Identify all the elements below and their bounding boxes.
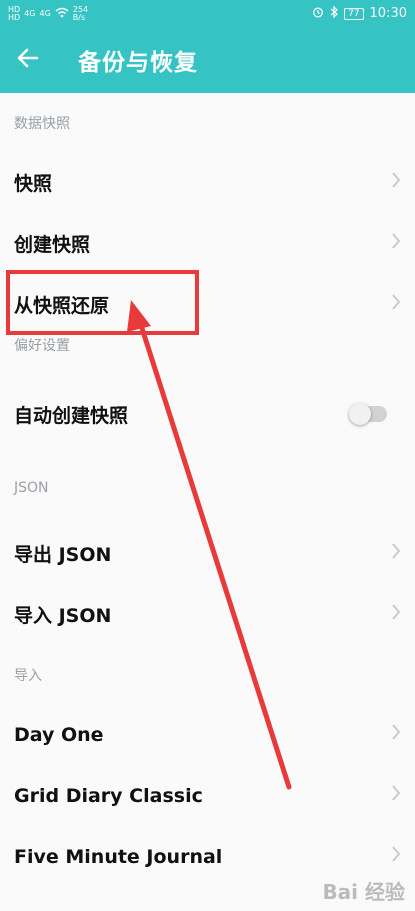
wifi-icon [55, 7, 69, 21]
list-item-label: 自动创建快照 [14, 404, 129, 427]
chevron-right-icon [391, 603, 401, 626]
list-item-auto-snapshot[interactable]: 自动创建快照 [0, 375, 415, 453]
list-item-label: Five Minute Journal [14, 845, 223, 868]
arrow-left-icon [17, 48, 39, 72]
chevron-right-icon [391, 232, 401, 255]
clock: 10:30 [369, 6, 407, 21]
list-item-label: Day One [14, 723, 104, 746]
network-speed: 254 B/s [72, 5, 88, 22]
signal-icon: 4G [24, 8, 36, 18]
app-bar: 备份与恢复 [0, 27, 415, 93]
list-item-import-json[interactable]: 导入 JSON [0, 584, 415, 645]
watermark: Bai 经验 [322, 880, 405, 904]
chevron-right-icon [391, 723, 401, 746]
hd-indicator: HD [8, 12, 21, 22]
settings-list: 数据快照 快照 创建快照 从快照还原 偏好设置 自动创建快照 JSON 导出 J… [0, 93, 415, 887]
chevron-right-icon [391, 542, 401, 565]
list-item-grid-diary-classic[interactable]: Grid Diary Classic [0, 765, 415, 826]
status-bar: HD HD 4G 4G 254 B/s 77 10:30 [0, 0, 415, 27]
list-item-snapshots[interactable]: 快照 [0, 152, 415, 213]
hd-indicators: HD HD [8, 5, 21, 22]
highlight-box [6, 270, 199, 335]
toggle-knob [349, 403, 371, 425]
page-title: 备份与恢复 [78, 50, 198, 76]
alarm-icon [312, 6, 324, 21]
list-item-label: 创建快照 [14, 234, 91, 256]
chevron-right-icon [391, 171, 401, 194]
status-left: HD HD 4G 4G 254 B/s [8, 5, 88, 22]
speed-unit: B/s [72, 12, 86, 22]
section-header-import: 导入 [14, 667, 42, 684]
list-item-day-one[interactable]: Day One [0, 704, 415, 765]
list-item-create-snapshot[interactable]: 创建快照 [0, 213, 415, 274]
auto-snapshot-toggle[interactable] [349, 403, 387, 425]
chevron-right-icon [391, 293, 401, 316]
signal-icon: 4G [39, 8, 51, 18]
battery-indicator: 77 [344, 7, 364, 20]
chevron-right-icon [391, 784, 401, 807]
status-right: 77 10:30 [312, 5, 407, 21]
section-header-json: JSON [14, 480, 49, 496]
list-item-label: 导入 JSON [14, 605, 112, 627]
chevron-right-icon [391, 845, 401, 868]
list-item-label: 导出 JSON [14, 544, 112, 566]
bluetooth-icon [330, 5, 338, 21]
list-item-label: Grid Diary Classic [14, 784, 203, 807]
list-item-label: 快照 [14, 173, 53, 195]
section-header-preferences: 偏好设置 [14, 338, 70, 354]
list-item-export-json[interactable]: 导出 JSON [0, 523, 415, 584]
back-button[interactable] [0, 27, 56, 93]
section-header-snapshots: 数据快照 [14, 115, 70, 132]
